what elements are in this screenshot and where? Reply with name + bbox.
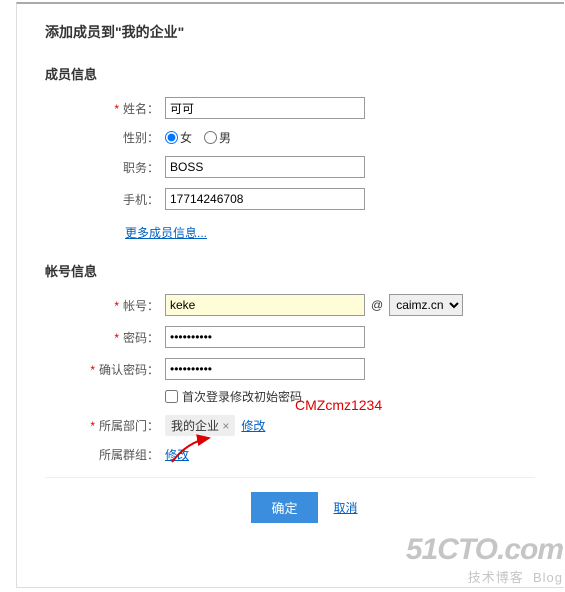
password-label: *密码： xyxy=(45,329,165,346)
phone-input[interactable] xyxy=(165,188,365,210)
first-login-checkbox[interactable] xyxy=(165,390,178,403)
member-section-title: 成员信息 xyxy=(45,64,564,83)
position-label: 职务： xyxy=(45,159,165,176)
domain-select[interactable]: caimz.cn xyxy=(389,294,463,316)
dept-tag: 我的企业 × xyxy=(165,415,235,436)
position-input[interactable] xyxy=(165,156,365,178)
confirm-label: *确认密码： xyxy=(45,361,165,378)
dept-label: *所属部门： xyxy=(45,417,165,434)
account-section-title: 帐号信息 xyxy=(45,261,564,280)
first-login-label: 首次登录修改初始密码 xyxy=(182,388,302,405)
name-input[interactable] xyxy=(165,97,365,119)
at-symbol: @ xyxy=(371,298,383,312)
password-input[interactable] xyxy=(165,326,365,348)
gender-female-radio[interactable]: 女 xyxy=(165,129,192,146)
more-member-info-link[interactable]: 更多成员信息... xyxy=(125,220,207,251)
dept-modify-link[interactable]: 修改 xyxy=(241,417,265,434)
gender-male-radio[interactable]: 男 xyxy=(204,129,231,146)
divider xyxy=(45,477,535,478)
account-label: *帐号： xyxy=(45,297,165,314)
confirm-input[interactable] xyxy=(165,358,365,380)
name-label: *姓名： xyxy=(45,100,165,117)
submit-button[interactable]: 确定 xyxy=(251,492,317,523)
cancel-button[interactable]: 取消 xyxy=(334,499,358,516)
phone-label: 手机： xyxy=(45,191,165,208)
group-modify-link[interactable]: 修改 xyxy=(165,446,189,463)
account-input[interactable] xyxy=(165,294,365,316)
group-label: 所属群组： xyxy=(45,446,165,463)
gender-label: 性别： xyxy=(45,129,165,146)
page-title: 添加成员到"我的企业" xyxy=(45,4,564,54)
